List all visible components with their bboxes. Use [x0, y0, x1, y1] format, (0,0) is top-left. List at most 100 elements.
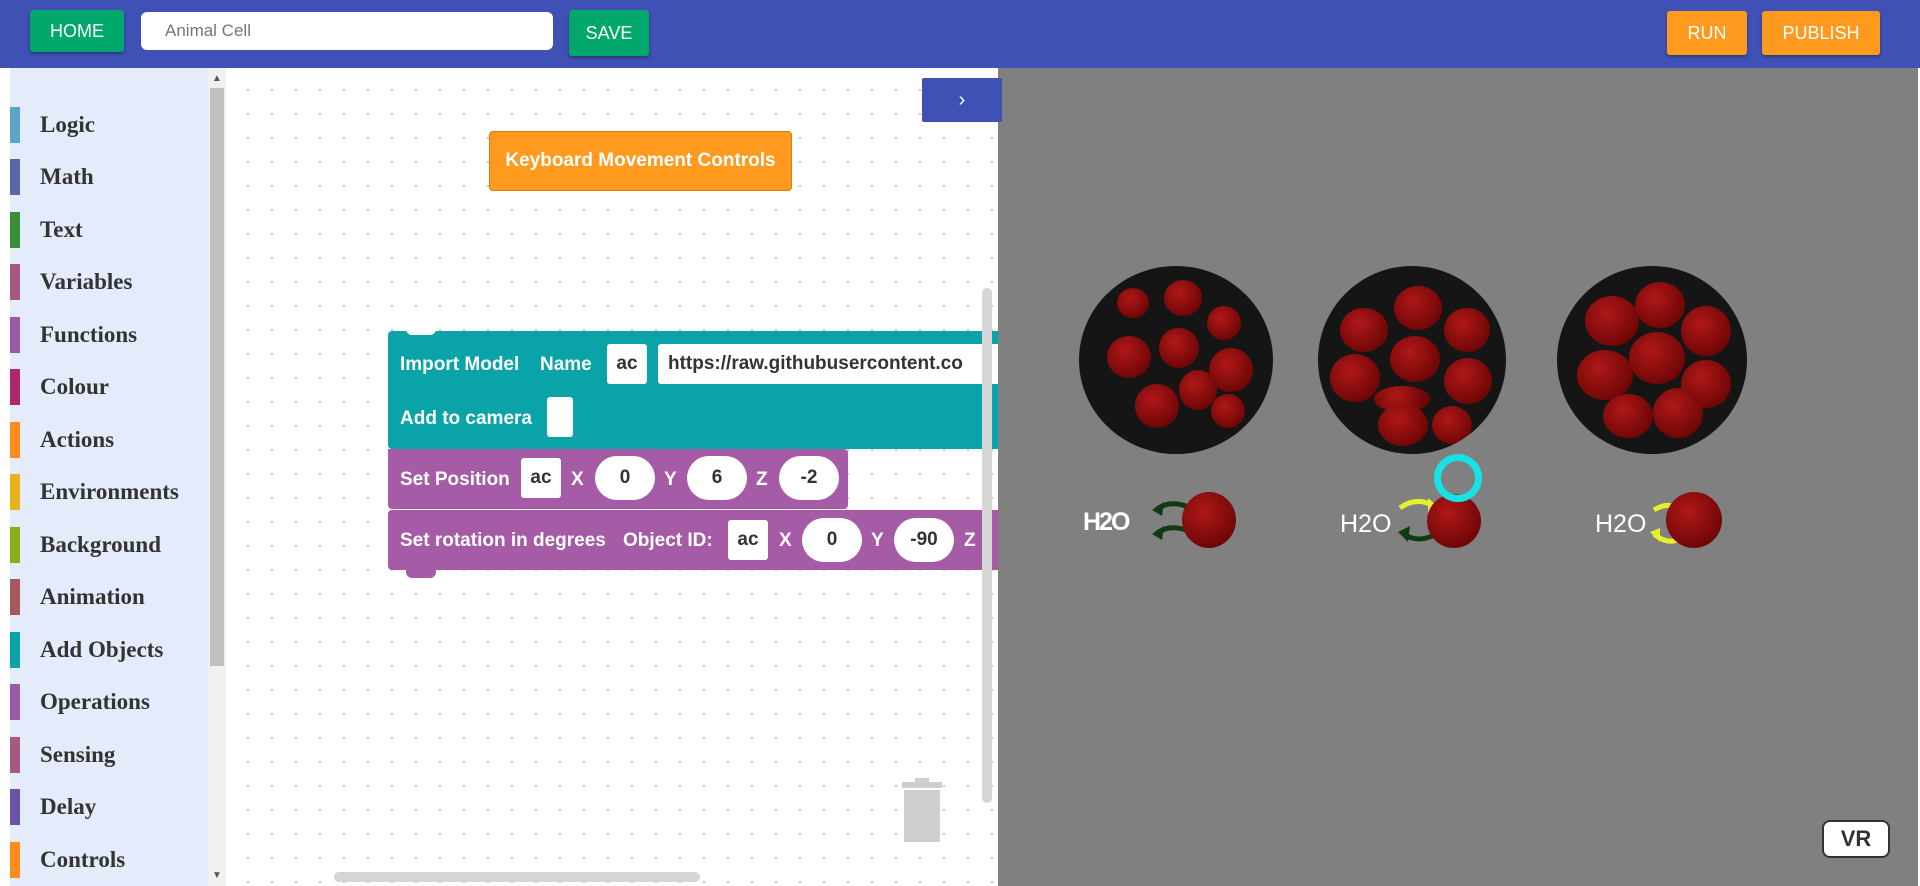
- category-label: Environments: [40, 479, 179, 504]
- category-color-bar: [10, 264, 20, 300]
- category-colour[interactable]: Colour: [10, 369, 109, 405]
- block-toolbox: Logic Math Text Variables Functions Colo…: [0, 68, 208, 886]
- cell-sphere: [1211, 394, 1245, 428]
- position-x-field[interactable]: 0: [595, 456, 655, 500]
- category-color-bar: [10, 632, 20, 668]
- scroll-down-icon[interactable]: ▼: [212, 870, 222, 881]
- category-color-bar: [10, 474, 20, 510]
- position-z-field[interactable]: -2: [779, 456, 839, 500]
- category-color-bar: [10, 212, 20, 248]
- cell-sphere: [1159, 328, 1199, 368]
- cell-sphere: [1390, 336, 1440, 382]
- cell-dish-3: [1557, 266, 1747, 454]
- run-button[interactable]: RUN: [1667, 11, 1747, 55]
- cell-sphere: [1427, 494, 1481, 548]
- category-color-bar: [10, 684, 20, 720]
- category-label: Delay: [40, 794, 97, 819]
- chevron-right-icon: ›: [958, 88, 966, 111]
- vr-button[interactable]: VR: [1822, 820, 1890, 858]
- category-color-bar: [10, 527, 20, 563]
- category-logic[interactable]: Logic: [10, 107, 95, 143]
- category-add-objects[interactable]: Add Objects: [10, 632, 163, 668]
- toolbox-scroll-thumb[interactable]: [210, 88, 224, 666]
- category-color-bar: [10, 789, 20, 825]
- z-label: Z: [964, 530, 976, 551]
- model-url-field[interactable]: https://raw.githubusercontent.co: [658, 344, 998, 384]
- cell-sphere: [1603, 394, 1653, 438]
- import-model-block[interactable]: Import Model Name ac https://raw.githubu…: [388, 327, 998, 449]
- toolbox-scrollbar[interactable]: ▲ ▼: [208, 68, 226, 886]
- scroll-up-icon[interactable]: ▲: [212, 73, 222, 84]
- keyboard-movement-block[interactable]: Keyboard Movement Controls: [489, 131, 792, 191]
- category-label: Text: [40, 217, 83, 242]
- category-environments[interactable]: Environments: [10, 474, 179, 510]
- position-y-field[interactable]: 6: [687, 456, 747, 500]
- cell-sphere: [1207, 306, 1241, 340]
- cell-sphere: [1117, 288, 1149, 318]
- project-name-input[interactable]: [141, 12, 553, 50]
- set-rotation-block[interactable]: Set rotation in degrees Object ID: ac X …: [388, 510, 998, 570]
- block-notch: [406, 327, 436, 335]
- cell-dish-1: [1079, 266, 1273, 454]
- category-variables[interactable]: Variables: [10, 264, 132, 300]
- save-button[interactable]: SAVE: [569, 10, 649, 56]
- cell-sphere: [1635, 282, 1685, 328]
- block-tab: [406, 570, 436, 578]
- set-position-block[interactable]: Set Position ac X 0 Y 6 Z -2: [388, 449, 848, 509]
- cell-sphere: [1585, 296, 1639, 346]
- category-color-bar: [10, 422, 20, 458]
- category-color-bar: [10, 369, 20, 405]
- cell-sphere: [1107, 336, 1151, 378]
- cell-sphere: [1432, 406, 1472, 444]
- workspace-horizontal-scrollbar[interactable]: [334, 872, 700, 882]
- add-to-camera-input[interactable]: [547, 397, 573, 437]
- category-animation[interactable]: Animation: [10, 579, 145, 615]
- category-color-bar: [10, 842, 20, 878]
- set-rotation-label: Set rotation in degrees: [400, 530, 606, 551]
- category-label: Variables: [40, 269, 133, 294]
- cell-sphere: [1444, 308, 1490, 352]
- category-label: Add Objects: [40, 637, 164, 662]
- cell-dish-2: [1318, 266, 1506, 454]
- cell-sphere: [1340, 308, 1388, 352]
- category-operations[interactable]: Operations: [10, 684, 150, 720]
- set-position-label: Set Position: [400, 469, 510, 490]
- cell-sphere: [1135, 384, 1179, 428]
- rotation-x-field[interactable]: 0: [802, 518, 862, 562]
- category-controls[interactable]: Controls: [10, 842, 125, 878]
- collapse-panel-button[interactable]: ›: [922, 78, 1002, 122]
- category-label: Math: [40, 164, 94, 189]
- rotation-object-field[interactable]: ac: [728, 520, 768, 560]
- rotation-y-field[interactable]: -90: [894, 518, 954, 562]
- category-background[interactable]: Background: [10, 527, 161, 563]
- category-math[interactable]: Math: [10, 159, 94, 195]
- y-label: Y: [871, 530, 884, 551]
- category-label: Actions: [40, 427, 115, 452]
- name-label: Name: [540, 354, 592, 375]
- z-label: Z: [756, 469, 768, 490]
- category-sensing[interactable]: Sensing: [10, 737, 115, 773]
- model-name-field[interactable]: ac: [607, 344, 647, 384]
- home-button[interactable]: HOME: [30, 10, 124, 52]
- x-label: X: [779, 530, 792, 551]
- publish-button[interactable]: PUBLISH: [1762, 11, 1880, 55]
- h2o-label: H2O: [1595, 510, 1647, 538]
- category-functions[interactable]: Functions: [10, 317, 137, 353]
- position-object-field[interactable]: ac: [521, 458, 561, 498]
- category-color-bar: [10, 579, 20, 615]
- category-label: Logic: [40, 112, 95, 137]
- category-text[interactable]: Text: [10, 212, 83, 248]
- category-actions[interactable]: Actions: [10, 422, 114, 458]
- cell-sphere: [1444, 358, 1492, 404]
- x-label: X: [571, 469, 584, 490]
- cell-sphere: [1577, 350, 1633, 400]
- category-label: Controls: [40, 847, 126, 872]
- category-color-bar: [10, 107, 20, 143]
- trash-icon[interactable]: [900, 778, 944, 844]
- cell-sphere: [1394, 286, 1442, 330]
- workspace-vertical-scrollbar[interactable]: [982, 288, 992, 803]
- cell-sphere: [1629, 332, 1685, 384]
- y-label: Y: [664, 469, 677, 490]
- category-delay[interactable]: Delay: [10, 789, 96, 825]
- add-to-camera-label: Add to camera: [400, 408, 532, 429]
